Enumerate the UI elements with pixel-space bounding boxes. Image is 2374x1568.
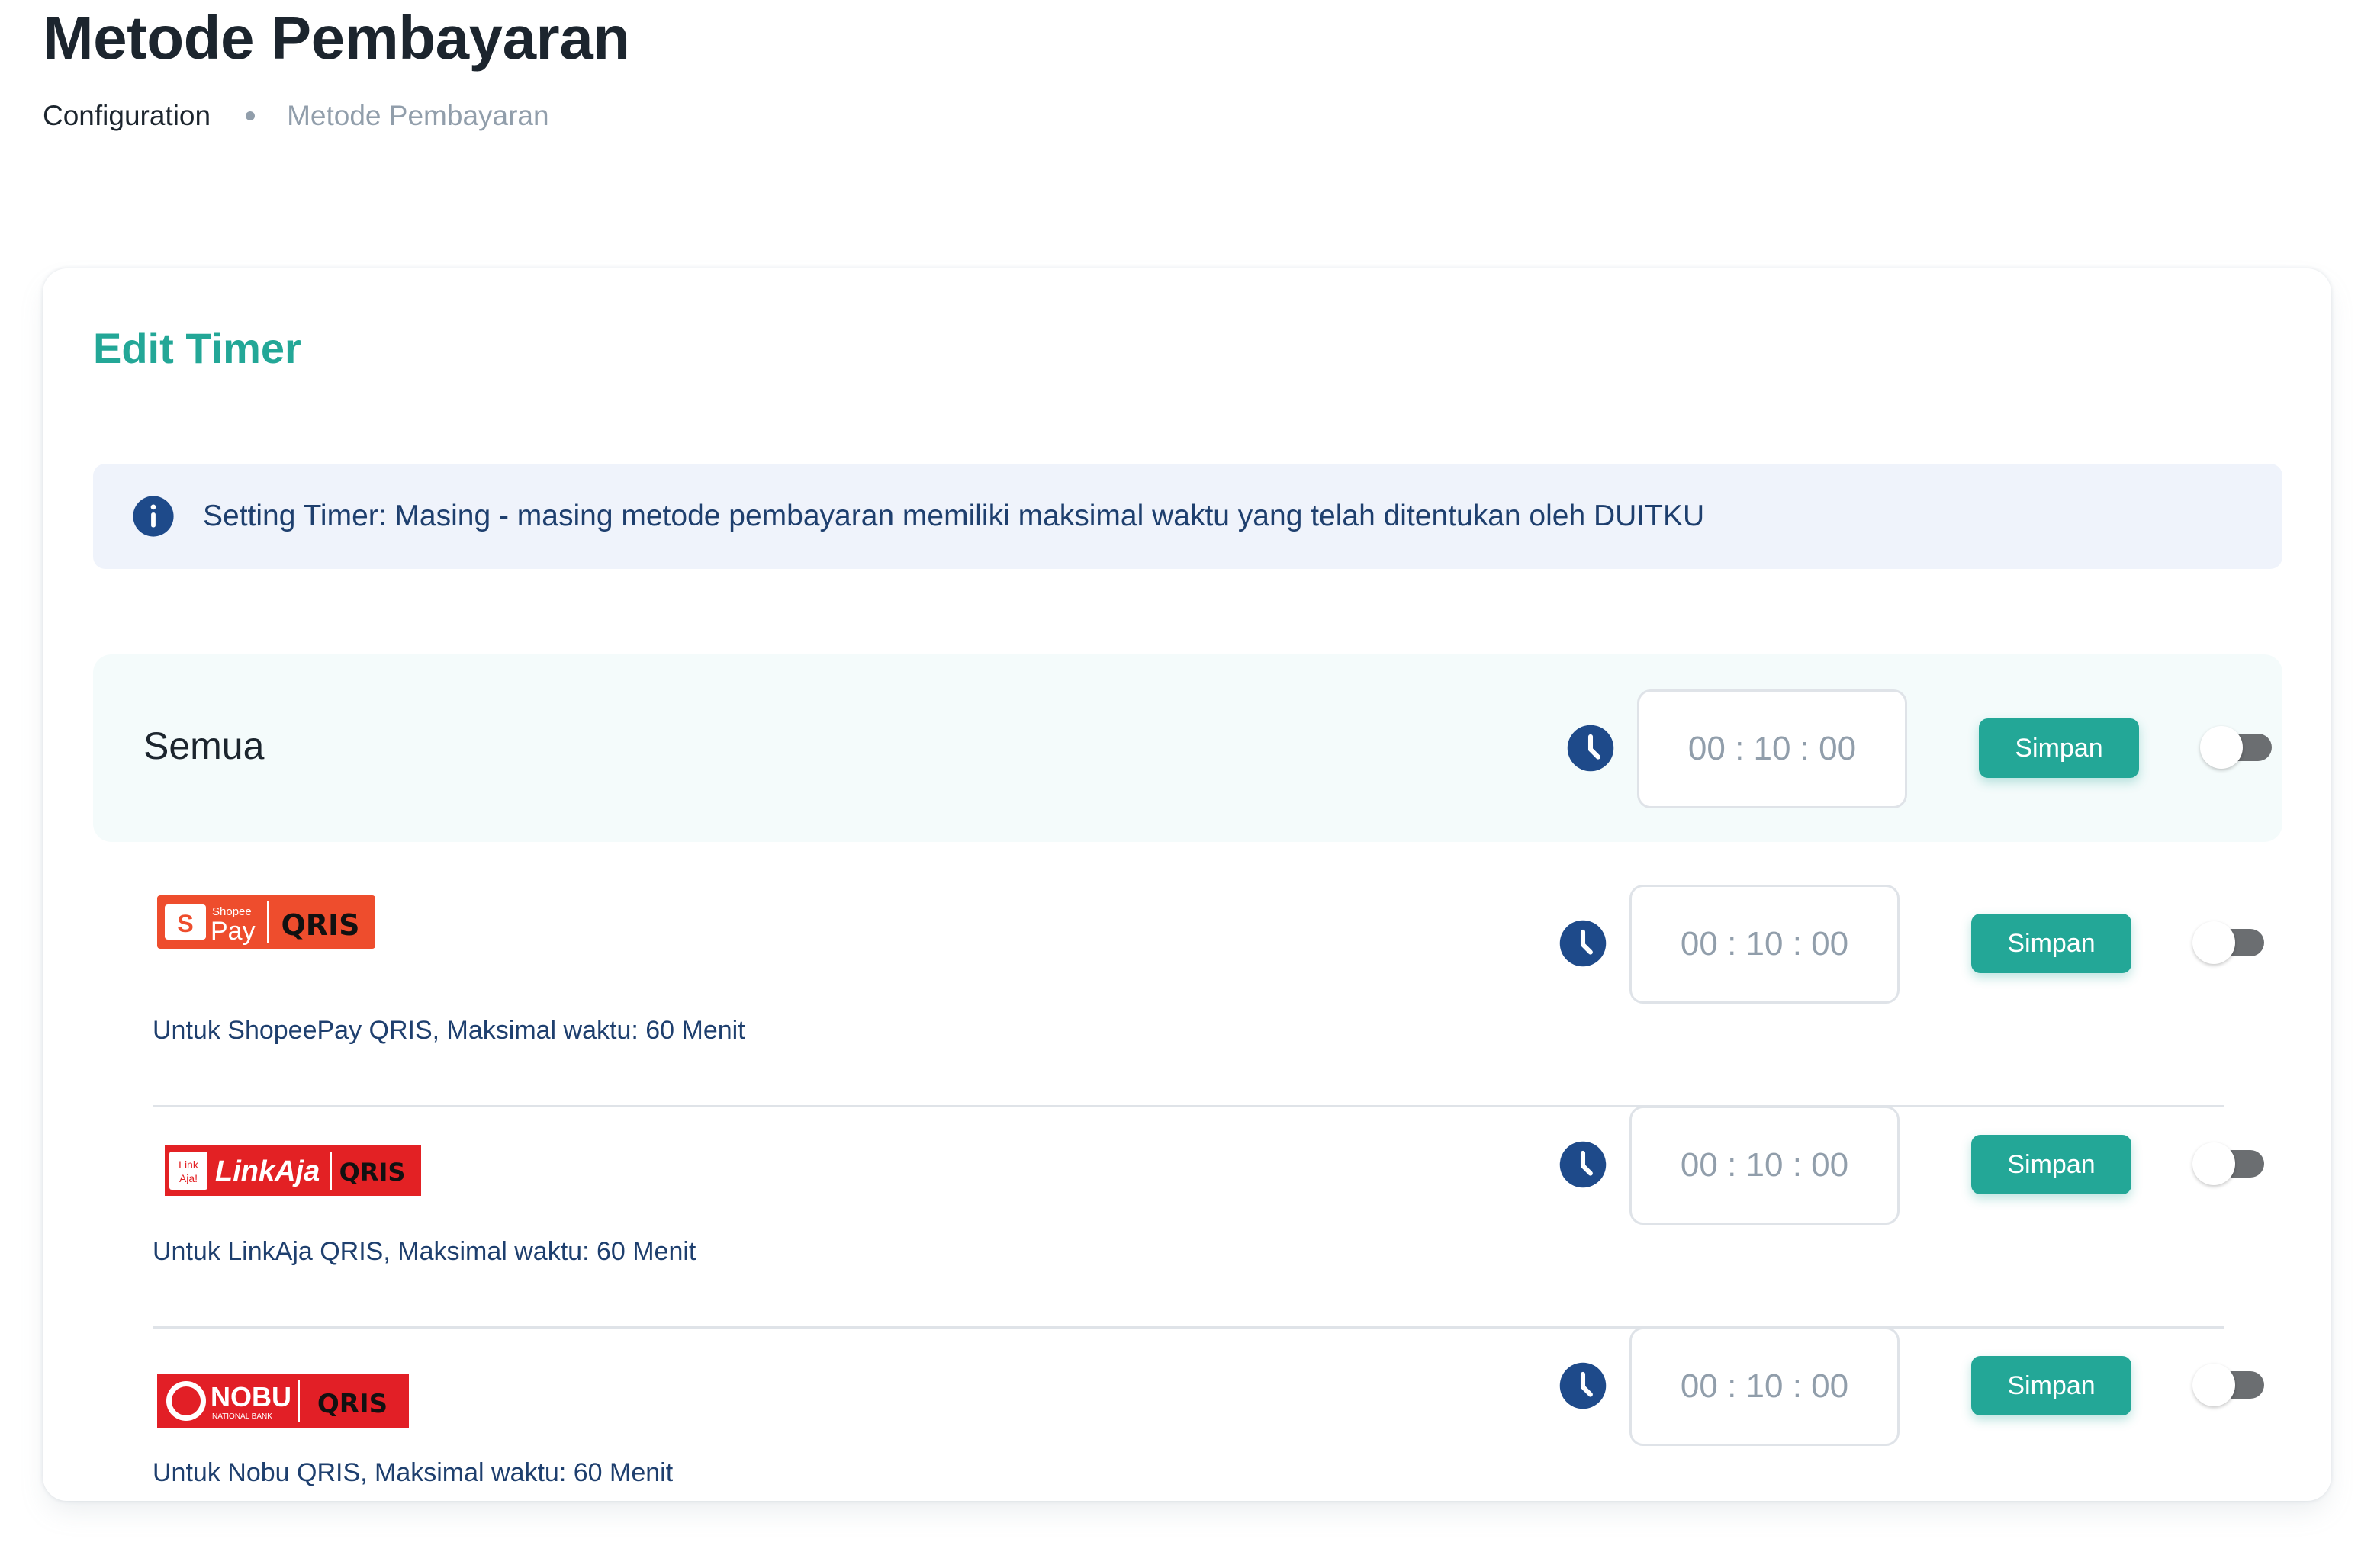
method-description: Untuk LinkAja QRIS, Maksimal waktu: 60 M… (153, 1237, 696, 1266)
nobu-qris-logo: NOBU NATIONAL BANK QRIS (157, 1374, 409, 1428)
info-alert-text: Setting Timer: Masing - masing metode pe… (203, 500, 1705, 532)
info-circle-icon (133, 496, 174, 537)
logo-pay-word: Pay (211, 917, 256, 946)
nobu-enable-toggle[interactable] (2192, 1364, 2266, 1406)
svg-text:S: S (177, 910, 193, 937)
breadcrumb: Configuration Metode Pembayaran (43, 99, 549, 133)
payment-method-row-shopeepay: S Shopee Pay QRIS Untuk ShopeePay QRIS, … (153, 885, 2264, 1107)
info-alert: Setting Timer: Masing - masing metode pe… (93, 464, 2282, 569)
all-methods-label: Semua (143, 725, 265, 767)
all-timer-input[interactable] (1637, 689, 1907, 808)
linkaja-save-button[interactable]: Simpan (1971, 1135, 2131, 1194)
breadcrumb-configuration-link[interactable]: Configuration (43, 99, 211, 133)
shopeepay-enable-toggle[interactable] (2192, 921, 2266, 964)
payment-method-row-nobu: NOBU NATIONAL BANK QRIS Untuk Nobu QRIS,… (153, 1327, 2264, 1550)
all-save-button[interactable]: Simpan (1979, 718, 2139, 778)
method-description: Untuk ShopeePay QRIS, Maksimal waktu: 60… (153, 1016, 745, 1045)
breadcrumb-separator-dot (246, 111, 256, 120)
linkaja-qris-logo: Link Aja! LinkAja QRIS (165, 1145, 421, 1196)
logo-qris-word: QRIS (339, 1158, 406, 1187)
shopeepay-qris-logo: S Shopee Pay QRIS (157, 895, 375, 949)
nobu-save-button[interactable]: Simpan (1971, 1356, 2131, 1415)
svg-text:Link: Link (179, 1158, 199, 1171)
toggle-thumb (2192, 921, 2235, 964)
shopeepay-timer-input[interactable] (1629, 885, 1900, 1004)
card-title: Edit Timer (93, 324, 301, 372)
svg-text:Aja!: Aja! (179, 1172, 198, 1184)
toggle-thumb (2192, 1142, 2235, 1185)
linkaja-enable-toggle[interactable] (2192, 1142, 2266, 1185)
logo-nobu-subword: NATIONAL BANK (212, 1412, 272, 1421)
logo-linkaja-word: LinkAja (215, 1155, 320, 1187)
nobu-timer-input[interactable] (1629, 1327, 1900, 1446)
payment-method-row-linkaja: Link Aja! LinkAja QRIS Untuk LinkAja QRI… (153, 1106, 2264, 1329)
all-enable-toggle[interactable] (2200, 726, 2273, 769)
toggle-thumb (2200, 726, 2243, 769)
breadcrumb-current-page: Metode Pembayaran (287, 100, 549, 131)
clock-icon (1559, 1141, 1607, 1188)
method-description: Untuk Nobu QRIS, Maksimal waktu: 60 Meni… (153, 1458, 674, 1487)
page-title: Metode Pembayaran (43, 4, 630, 72)
page-header: Metode Pembayaran Configuration Metode P… (43, 0, 630, 131)
toggle-thumb (2192, 1364, 2235, 1406)
clock-icon (1559, 920, 1607, 967)
logo-qris-word: QRIS (281, 908, 359, 942)
edit-timer-card: Edit Timer Setting Timer: Masing - masin… (43, 268, 2331, 1501)
linkaja-timer-input[interactable] (1629, 1106, 1900, 1225)
all-methods-row: Semua Simpan (93, 654, 2282, 842)
shopeepay-save-button[interactable]: Simpan (1971, 914, 2131, 973)
clock-icon (1567, 725, 1614, 772)
logo-qris-word: QRIS (317, 1389, 388, 1419)
logo-nobu-word: NOBU (211, 1381, 291, 1412)
clock-icon (1559, 1362, 1607, 1409)
